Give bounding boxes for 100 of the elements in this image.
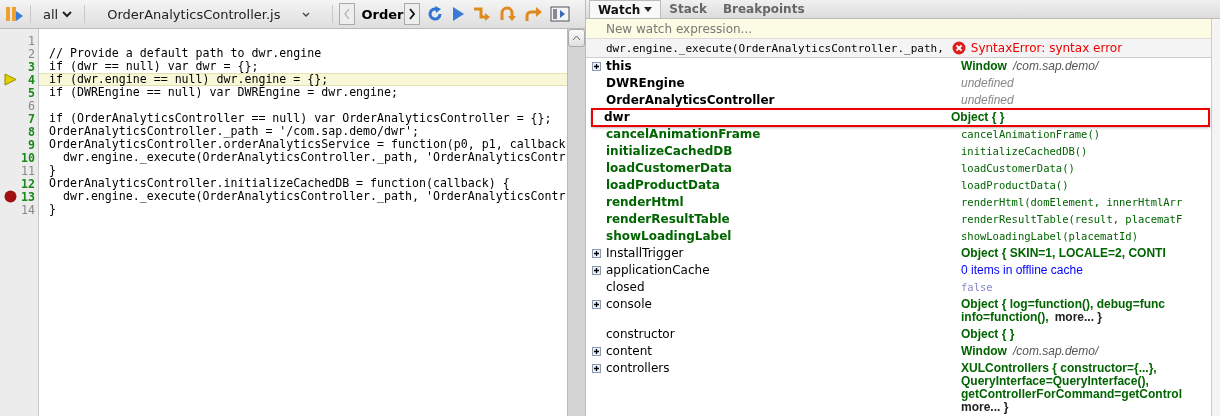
variable-value: loadProductData() xyxy=(961,179,1069,192)
variable-value: Window xyxy=(961,345,1007,358)
variable-name[interactable]: DWREngine xyxy=(606,76,685,90)
expand-icon[interactable] xyxy=(591,249,601,258)
panel-tab[interactable]: Stack xyxy=(661,0,715,18)
line-number: 8 xyxy=(28,124,35,139)
code-line: if (DWREngine == null) var DWREngine = dwr.engine; xyxy=(49,85,398,99)
line-number: 2 xyxy=(28,46,35,61)
variable-value: Object { SKIN=1, LOCALE=2, CONTI xyxy=(961,247,1166,260)
line-number: 11 xyxy=(21,163,35,178)
code-line: if (dwr == null) var dwr = {}; xyxy=(49,59,259,73)
watch-expression[interactable]: dwr.engine._execute(OrderAnalyticsController._path, xyxy=(606,41,944,55)
variable-value: renderResultTable(result, placematF xyxy=(961,213,1183,226)
line-number: 13 xyxy=(21,189,35,204)
variable-name[interactable]: loadProductData xyxy=(606,178,720,192)
variable-name[interactable]: loadCustomerData xyxy=(606,161,732,175)
gutter-row[interactable]: 9 xyxy=(0,138,38,151)
breakpoint-icon[interactable] xyxy=(4,190,17,203)
variable-value: Object { } xyxy=(951,111,1005,124)
caret-icon xyxy=(644,7,653,12)
chevron-right-icon xyxy=(409,8,416,20)
variable-value: loadCustomerData() xyxy=(961,162,1075,175)
variable-name[interactable]: constructor xyxy=(606,327,675,341)
variable-name[interactable]: controllers xyxy=(606,361,670,375)
filter-dropdown[interactable]: all xyxy=(37,4,79,24)
expand-icon[interactable] xyxy=(591,266,601,275)
code-line: if (dwr.engine == null) dwr.engine = {}; xyxy=(49,72,329,86)
gutter-row[interactable]: 7 xyxy=(0,112,38,125)
gutter-row[interactable]: 13 xyxy=(0,190,38,203)
gutter-row[interactable]: 10 xyxy=(0,151,38,164)
code-line: dwr.engine._execute(OrderAnalyticsController._path, 'OrderAnalyticsContr xyxy=(62,189,566,203)
variable-value: Object { log=function(), debug=func xyxy=(961,298,1165,311)
variable-name[interactable]: InstallTrigger xyxy=(606,246,684,260)
line-number: 3 xyxy=(28,59,35,74)
expand-icon[interactable] xyxy=(591,300,601,309)
breadcrumb-label[interactable]: Order xyxy=(355,3,405,25)
forward-button[interactable] xyxy=(404,3,421,25)
variable-name[interactable]: this xyxy=(606,59,632,73)
code-line: if (OrderAnalyticsController == null) var OrderAnalyticsController = {}; xyxy=(49,111,552,125)
line-number: 4 xyxy=(28,72,35,87)
line-number: 10 xyxy=(21,150,35,165)
scroll-up-button[interactable] xyxy=(568,29,585,47)
expand-icon[interactable] xyxy=(591,347,601,356)
line-number: 1 xyxy=(28,33,35,48)
gutter-row[interactable]: 12 xyxy=(0,177,38,190)
panel-tab[interactable]: Breakpoints xyxy=(714,0,813,18)
line-number: 14 xyxy=(21,202,35,217)
variable-name[interactable]: cancelAnimationFrame xyxy=(606,127,761,141)
variable-name[interactable]: renderHtml xyxy=(606,195,684,209)
variable-name[interactable]: showLoadingLabel xyxy=(606,229,732,243)
step-over-icon[interactable] xyxy=(498,5,519,23)
variable-value: initializeCachedDB() xyxy=(961,145,1088,158)
pause-resume-icon[interactable] xyxy=(4,5,24,23)
variable-value: false xyxy=(961,281,993,294)
watch-expression-field[interactable]: New watch expression... xyxy=(606,20,1211,37)
variable-name[interactable]: console xyxy=(606,297,652,311)
gutter-row[interactable]: 3 xyxy=(0,60,38,73)
variable-name[interactable]: content xyxy=(606,344,652,358)
watch-expression-field[interactable]: New watch expression... xyxy=(586,19,1211,39)
variable-value: Object { } xyxy=(961,328,1015,341)
chevron-down-icon xyxy=(302,11,311,17)
gutter-row[interactable]: 8 xyxy=(0,125,38,138)
expand-icon[interactable] xyxy=(591,364,601,373)
variable-value: getControllerForCommand=getControl xyxy=(961,388,1182,401)
script-dropdown[interactable]: OrderAnalyticsController.js xyxy=(91,4,327,24)
code-line: dwr.engine._execute(OrderAnalyticsController._path, 'OrderAnalyticsContr xyxy=(62,150,566,164)
chevron-up-icon xyxy=(572,35,581,41)
code-line: OrderAnalyticsController._path = '/com.sap.demo/dwr'; xyxy=(49,124,419,138)
line-number: 9 xyxy=(28,137,35,152)
line-number: 5 xyxy=(28,85,35,100)
error-message: SyntaxError: syntax error xyxy=(970,41,1123,55)
chevron-down-icon xyxy=(62,10,73,18)
variable-value: renderHtml(domElement, innerHtmlArr xyxy=(961,196,1183,209)
panel-tab[interactable]: Watch xyxy=(589,0,662,18)
scrollbar[interactable] xyxy=(567,29,585,416)
variable-value: QueryInterface=QueryInterface(), xyxy=(961,375,1149,388)
gutter-row[interactable]: 5 xyxy=(0,86,38,99)
variable-value: cancelAnimationFrame() xyxy=(961,128,1101,141)
code-line: OrderAnalyticsController.orderAnalyticsService = function(p0, p1, callback xyxy=(49,137,566,151)
variable-name[interactable]: closed xyxy=(606,280,645,294)
variable-value: more... } xyxy=(1054,311,1102,324)
panel-toggle-icon[interactable] xyxy=(550,6,571,22)
variable-value: /com.sap.demo/ xyxy=(1012,60,1099,73)
code-line: } xyxy=(49,202,56,216)
variable-value: /com.sap.demo/ xyxy=(1012,345,1099,358)
variable-value: info=function(), xyxy=(961,311,1049,324)
scrollbar[interactable] xyxy=(1211,19,1220,416)
line-number: 12 xyxy=(21,176,35,191)
variable-name[interactable]: dwr xyxy=(604,110,630,124)
gutter-row[interactable]: 4 xyxy=(0,73,38,86)
variable-value: Window xyxy=(961,60,1007,73)
value-link[interactable]: 0 items in offline cache xyxy=(961,264,1083,277)
variable-name[interactable]: OrderAnalyticsController xyxy=(606,93,775,107)
variable-name[interactable]: applicationCache xyxy=(606,263,710,277)
variable-name[interactable]: renderResultTable xyxy=(606,212,730,226)
expand-icon[interactable] xyxy=(591,62,601,71)
variable-value: undefined xyxy=(961,94,1014,107)
variable-name[interactable]: initializeCachedDB xyxy=(606,144,733,158)
variable-value: more... } xyxy=(961,401,1009,414)
code-line: OrderAnalyticsController.initializeCachedDB = function(callback) { xyxy=(49,176,510,190)
